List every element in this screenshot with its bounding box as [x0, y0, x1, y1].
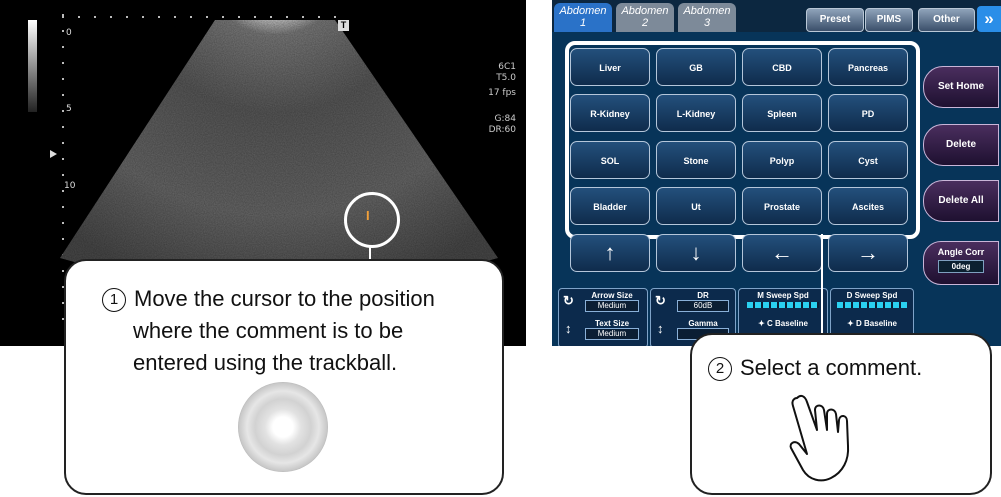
tab-abdomen-1[interactable]: Abdomen 1	[554, 3, 612, 32]
comment-button-pd[interactable]: PD	[828, 94, 908, 132]
delete-button[interactable]: Delete	[923, 124, 999, 166]
pims-button[interactable]: PIMS	[865, 8, 913, 32]
comment-button-polyp[interactable]: Polyp	[742, 141, 822, 179]
preset-code: T5.0	[496, 73, 516, 83]
comment-button-cbd[interactable]: CBD	[742, 48, 822, 86]
comment-button-pancreas[interactable]: Pancreas	[828, 48, 908, 86]
gain-value: G:84	[494, 114, 516, 124]
rotate-knob-icon: ↻	[563, 293, 574, 308]
callout-line: 1 Move the cursor to the position	[102, 283, 435, 315]
arrow-up-button[interactable]: ↑	[570, 234, 650, 272]
text-size-value[interactable]: Medium	[585, 328, 639, 340]
comment-button-spleen[interactable]: Spleen	[742, 94, 822, 132]
dynamic-range-value: DR:60	[488, 125, 516, 135]
dr-value[interactable]: 60dB	[677, 300, 729, 312]
angle-corr-label: Angle Corr	[937, 247, 985, 257]
comment-button-l-kidney[interactable]: L-Kidney	[656, 94, 736, 132]
vertical-knob-icon: ↕	[657, 321, 664, 336]
next-page-icon[interactable]: »	[977, 6, 1001, 32]
comment-button-cyst[interactable]: Cyst	[828, 141, 908, 179]
comment-button-prostate[interactable]: Prostate	[742, 187, 822, 225]
frame-rate: 17 fps	[488, 88, 516, 98]
delete-all-button[interactable]: Delete All	[923, 180, 999, 222]
comment-button-ut[interactable]: Ut	[656, 187, 736, 225]
angle-corr-control[interactable]: Angle Corr 0deg	[923, 241, 999, 285]
cursor-highlight-circle	[344, 192, 400, 248]
rotate-knob-icon: ↻	[655, 293, 666, 308]
arrow-left-button[interactable]: ←	[742, 234, 822, 272]
comment-button-gb[interactable]: GB	[656, 48, 736, 86]
probe-label: 6C1	[498, 62, 516, 72]
callout-line: entered using the trackball.	[133, 350, 398, 375]
angle-corr-value: 0deg	[938, 260, 984, 273]
d-sweep-speed-indicator[interactable]	[837, 302, 907, 308]
vertical-knob-icon: ↕	[565, 321, 572, 336]
comment-cursor[interactable]: I	[366, 208, 370, 223]
touch-panel: Abdomen 1 Abdomen 2 Abdomen 3 Preset PIMS O…	[552, 0, 1001, 346]
comment-button-r-kidney[interactable]: R-Kidney	[570, 94, 650, 132]
m-sweep-speed-indicator[interactable]	[747, 302, 819, 308]
marker-icon: T	[338, 20, 349, 31]
c-baseline-label: ✦ C Baseline	[758, 319, 808, 328]
trackball-icon	[238, 382, 328, 472]
comment-button-ascites[interactable]: Ascites	[828, 187, 908, 225]
knob-group-arrow-text: ↻ Arrow Size Medium ↕ Text Size Medium	[558, 288, 648, 346]
callout-pointer	[821, 234, 823, 334]
tab-abdomen-2[interactable]: Abdomen 2	[616, 3, 674, 32]
set-home-button[interactable]: Set Home	[923, 66, 999, 108]
comment-button-sol[interactable]: SOL	[570, 141, 650, 179]
d-baseline-label: ✦ D Baseline	[847, 319, 897, 328]
arrow-right-button[interactable]: →	[828, 234, 908, 272]
preset-button[interactable]: Preset	[806, 8, 864, 32]
other-button[interactable]: Other	[918, 8, 975, 32]
pointing-hand-icon	[789, 394, 850, 482]
comment-button-bladder[interactable]: Bladder	[570, 187, 650, 225]
focus-marker-icon	[50, 150, 57, 158]
tab-abdomen-3[interactable]: Abdomen 3	[678, 3, 736, 32]
step-number: 1	[102, 288, 126, 312]
arrow-size-value[interactable]: Medium	[585, 300, 639, 312]
callout-text: Select a comment.	[740, 355, 923, 380]
step-number: 2	[708, 357, 732, 381]
comment-button-liver[interactable]: Liver	[570, 48, 650, 86]
arrow-down-button[interactable]: ↓	[656, 234, 736, 272]
comment-button-stone[interactable]: Stone	[656, 141, 736, 179]
callout-line: where the comment is to be	[133, 318, 404, 343]
